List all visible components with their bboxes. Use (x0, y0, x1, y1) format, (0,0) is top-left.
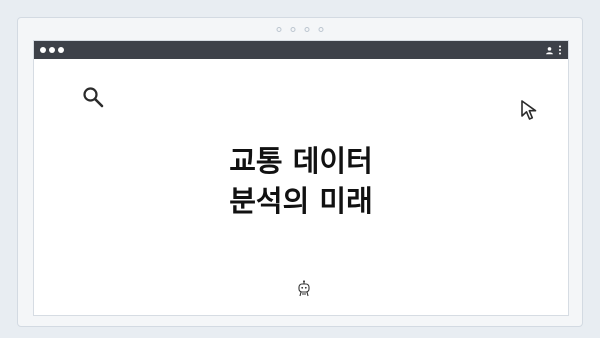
cursor-icon (521, 100, 537, 120)
minimize-dot[interactable] (49, 47, 55, 53)
search-icon[interactable] (81, 85, 105, 109)
frame-indicators (276, 27, 324, 32)
frame-indicator-dot (318, 27, 324, 32)
bot-icon (298, 280, 310, 297)
window-titlebar (34, 41, 568, 59)
titlebar-actions (545, 45, 562, 55)
page-title-line-2: 분석의 미래 (229, 184, 373, 218)
more-vertical-icon[interactable] (558, 45, 562, 55)
frame-indicator-dot (276, 27, 282, 32)
close-dot[interactable] (40, 47, 46, 53)
browser-window: 교통 데이터 분석의 미래 (33, 40, 569, 316)
frame-indicator-dot (290, 27, 296, 32)
maximize-dot[interactable] (58, 47, 64, 53)
page-title: 교통 데이터 분석의 미래 (34, 141, 568, 221)
page-title-line-1: 교통 데이터 (229, 144, 373, 178)
window-content: 교통 데이터 분석의 미래 (34, 59, 568, 315)
frame-indicator-dot (304, 27, 310, 32)
page-canvas: 교통 데이터 분석의 미래 (0, 0, 600, 338)
user-icon[interactable] (545, 46, 554, 55)
window-controls (40, 47, 64, 53)
